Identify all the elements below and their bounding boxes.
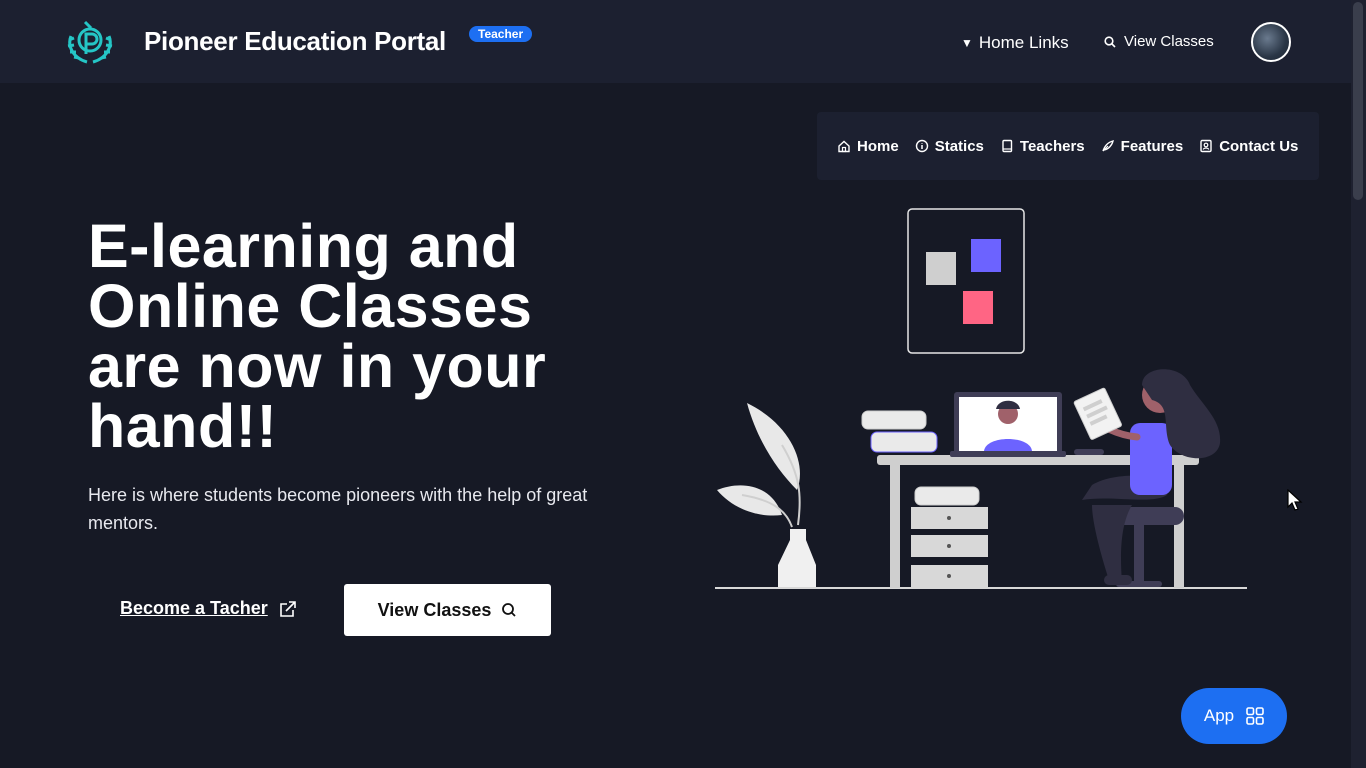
contact-icon	[1200, 139, 1212, 153]
info-icon	[915, 139, 928, 153]
portal-logo-icon[interactable]	[63, 18, 117, 66]
feather-icon	[1101, 140, 1114, 152]
subnav-teachers-label: Teachers	[1019, 137, 1085, 155]
grid-icon	[1246, 707, 1264, 725]
subnav-statics-label: Statics	[934, 137, 984, 155]
header-view-classes-link[interactable]: View Classes	[1104, 33, 1214, 50]
caret-down-icon: ▼	[961, 36, 973, 50]
home-icon	[838, 140, 850, 153]
subnav-features[interactable]: Features	[1101, 137, 1184, 155]
view-classes-button-label: View Classes	[377, 599, 492, 620]
user-avatar[interactable]	[1251, 22, 1291, 62]
scrollbar-thumb[interactable]	[1353, 2, 1363, 200]
subnav-contact[interactable]: Contact Us	[1199, 138, 1298, 155]
become-teacher-link[interactable]: Become a Tacher	[120, 598, 298, 619]
hero-subtitle: Here is where students become pioneers w…	[88, 485, 588, 533]
become-teacher-label: Become a Tacher	[120, 598, 268, 618]
subnav-contact-label: Contact Us	[1219, 137, 1299, 155]
role-badge: Teacher	[469, 26, 533, 42]
top-navbar: Pioneer Education Portal Teacher ▼ Home …	[0, 0, 1351, 83]
book-icon	[1002, 139, 1013, 153]
online-learning-illustration	[715, 208, 1247, 589]
hero-title: E-learning and Online Classes are now in…	[88, 212, 547, 460]
section-subnav: Home Statics Teachers Features Contact U…	[817, 112, 1319, 180]
view-classes-button[interactable]: View Classes	[344, 584, 551, 636]
external-link-icon	[279, 600, 296, 617]
header-view-classes-label: View Classes	[1124, 33, 1214, 50]
mouse-cursor-icon	[1287, 489, 1303, 511]
search-icon	[1104, 35, 1116, 48]
subnav-features-label: Features	[1120, 137, 1184, 155]
subnav-statics[interactable]: Statics	[915, 138, 984, 155]
subnav-home-label: Home	[857, 137, 899, 155]
subnav-home[interactable]: Home	[837, 138, 899, 155]
home-links-dropdown[interactable]: ▼ Home Links	[961, 33, 1069, 53]
search-icon	[502, 603, 517, 617]
subnav-teachers[interactable]: Teachers	[1000, 138, 1085, 155]
home-links-label: Home Links	[978, 33, 1069, 52]
app-launcher-label: App	[1203, 706, 1235, 725]
brand-title[interactable]: Pioneer Education Portal	[144, 26, 446, 57]
app-launcher-button[interactable]: App	[1181, 688, 1287, 744]
